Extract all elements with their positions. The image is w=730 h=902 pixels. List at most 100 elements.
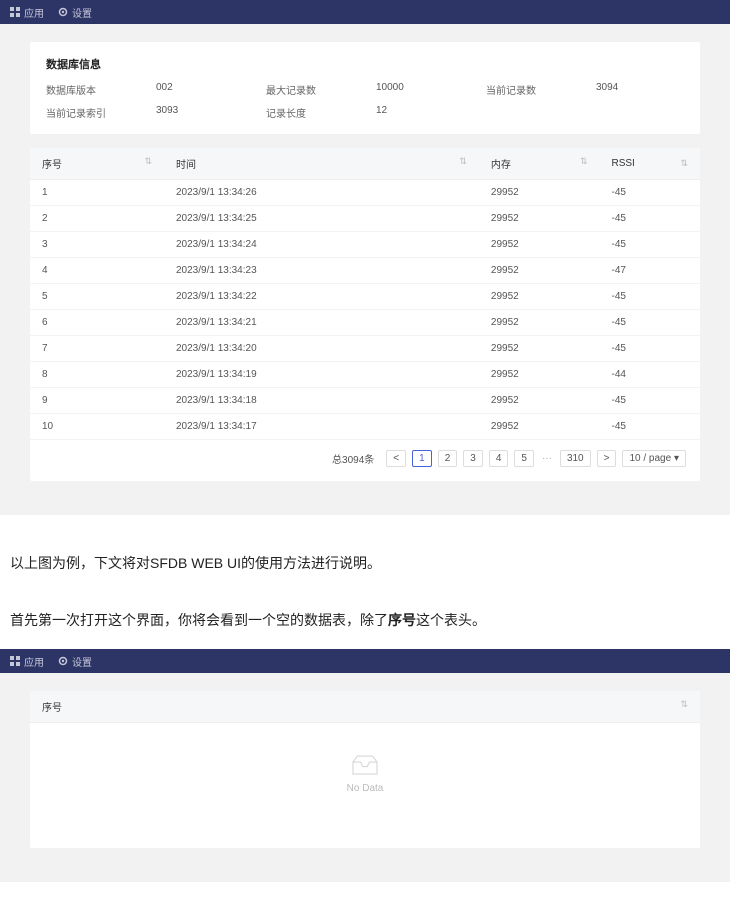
page-prev[interactable]: < bbox=[386, 450, 406, 467]
chevron-down-icon: ▾ bbox=[674, 453, 679, 464]
table-cell: -44 bbox=[599, 362, 700, 388]
info-value: 3093 bbox=[156, 105, 266, 120]
table-cell: 7 bbox=[30, 336, 164, 362]
navbar: 应用 设置 bbox=[0, 0, 730, 24]
info-label bbox=[486, 105, 596, 120]
table-cell: 2023/9/1 13:34:22 bbox=[164, 284, 479, 310]
info-value: 12 bbox=[376, 105, 486, 120]
table-cell: 29952 bbox=[479, 310, 600, 336]
table-cell: 29952 bbox=[479, 206, 600, 232]
info-value: 3094 bbox=[596, 82, 684, 97]
table-row: 32023/9/1 13:34:2429952-45 bbox=[30, 232, 700, 258]
table-cell: 4 bbox=[30, 258, 164, 284]
th-index[interactable]: 序号⇅ bbox=[30, 691, 700, 723]
page-total: 总3094条 bbox=[332, 451, 374, 466]
empty-table-card: 序号⇅ No Data bbox=[30, 691, 700, 848]
page-number[interactable]: 1 bbox=[412, 450, 432, 467]
table-cell: 2023/9/1 13:34:17 bbox=[164, 414, 479, 440]
table-cell: 29952 bbox=[479, 232, 600, 258]
th-mem[interactable]: 内存⇅ bbox=[479, 148, 600, 180]
table-cell: 2023/9/1 13:34:25 bbox=[164, 206, 479, 232]
table-cell: 29952 bbox=[479, 336, 600, 362]
table-cell: 2023/9/1 13:34:24 bbox=[164, 232, 479, 258]
info-title: 数据库信息 bbox=[46, 56, 684, 72]
page-number[interactable]: 3 bbox=[463, 450, 483, 467]
table-cell: -45 bbox=[599, 336, 700, 362]
nav-label: 应用 bbox=[24, 654, 44, 669]
nav-item-app[interactable]: 应用 bbox=[10, 5, 44, 20]
table-row: 72023/9/1 13:34:2029952-45 bbox=[30, 336, 700, 362]
table-cell: 6 bbox=[30, 310, 164, 336]
empty-text: No Data bbox=[30, 783, 700, 794]
table-cell: 2023/9/1 13:34:19 bbox=[164, 362, 479, 388]
table-row: 52023/9/1 13:34:2229952-45 bbox=[30, 284, 700, 310]
navbar: 应用 设置 bbox=[0, 649, 730, 673]
nav-label: 设置 bbox=[72, 5, 92, 20]
gear-icon bbox=[58, 656, 68, 666]
database-info-card: 数据库信息 数据库版本 002 最大记录数 10000 当前记录数 3094 当… bbox=[30, 42, 700, 134]
table-cell: 2023/9/1 13:34:21 bbox=[164, 310, 479, 336]
nav-item-app[interactable]: 应用 bbox=[10, 654, 44, 669]
table-cell: -45 bbox=[599, 232, 700, 258]
table-row: 102023/9/1 13:34:1729952-45 bbox=[30, 414, 700, 440]
table-row: 12023/9/1 13:34:2629952-45 bbox=[30, 180, 700, 206]
gear-icon bbox=[58, 7, 68, 17]
info-value: 10000 bbox=[376, 82, 486, 97]
sort-icon: ⇅ bbox=[144, 156, 152, 167]
table-cell: 29952 bbox=[479, 362, 600, 388]
table-cell: 2 bbox=[30, 206, 164, 232]
table-cell: -45 bbox=[599, 310, 700, 336]
data-table: 序号⇅ 时间⇅ 内存⇅ RSSI⇅ 12023/9/1 13:34:262995… bbox=[30, 148, 700, 440]
pagination: 总3094条 < 1 2 3 4 5 ··· 310 > 10 / page ▾ bbox=[30, 440, 700, 467]
table-cell: -45 bbox=[599, 180, 700, 206]
app-screenshot-1: 应用 设置 数据库信息 数据库版本 002 最大记录数 10000 当前记录数 … bbox=[0, 0, 730, 515]
page-next[interactable]: > bbox=[597, 450, 617, 467]
th-time[interactable]: 时间⇅ bbox=[164, 148, 479, 180]
info-label: 当前记录索引 bbox=[46, 105, 156, 120]
page-ellipsis: ··· bbox=[540, 453, 554, 464]
table-cell: 10 bbox=[30, 414, 164, 440]
table-row: 92023/9/1 13:34:1829952-45 bbox=[30, 388, 700, 414]
info-label: 最大记录数 bbox=[266, 82, 376, 97]
nav-label: 设置 bbox=[72, 654, 92, 669]
table-cell: -45 bbox=[599, 206, 700, 232]
table-cell: 29952 bbox=[479, 258, 600, 284]
table-row: 82023/9/1 13:34:1929952-44 bbox=[30, 362, 700, 388]
info-label: 数据库版本 bbox=[46, 82, 156, 97]
data-table-card: 序号⇅ 时间⇅ 内存⇅ RSSI⇅ 12023/9/1 13:34:262995… bbox=[30, 148, 700, 481]
table-cell: 29952 bbox=[479, 388, 600, 414]
info-label: 记录长度 bbox=[266, 105, 376, 120]
info-grid: 数据库版本 002 最大记录数 10000 当前记录数 3094 当前记录索引 … bbox=[46, 82, 684, 120]
th-index[interactable]: 序号⇅ bbox=[30, 148, 164, 180]
page-number[interactable]: 4 bbox=[489, 450, 509, 467]
th-rssi[interactable]: RSSI⇅ bbox=[599, 148, 700, 180]
page-size-select[interactable]: 10 / page ▾ bbox=[622, 450, 686, 467]
doc-paragraph: 以上图为例，下文将对SFDB WEB UI的使用方法进行说明。 bbox=[0, 535, 730, 592]
sort-icon: ⇅ bbox=[680, 158, 688, 169]
table-cell: 9 bbox=[30, 388, 164, 414]
info-value bbox=[596, 105, 684, 120]
table-cell: -45 bbox=[599, 284, 700, 310]
table-cell: 5 bbox=[30, 284, 164, 310]
table-cell: 3 bbox=[30, 232, 164, 258]
table-cell: 2023/9/1 13:34:20 bbox=[164, 336, 479, 362]
table-row: 42023/9/1 13:34:2329952-47 bbox=[30, 258, 700, 284]
app-screenshot-2: 应用 设置 序号⇅ No Data bbox=[0, 649, 730, 882]
sort-icon: ⇅ bbox=[580, 156, 588, 167]
page-number[interactable]: 310 bbox=[560, 450, 591, 467]
page-number[interactable]: 2 bbox=[438, 450, 458, 467]
nav-item-settings[interactable]: 设置 bbox=[58, 5, 92, 20]
page-number[interactable]: 5 bbox=[514, 450, 534, 467]
table-cell: -47 bbox=[599, 258, 700, 284]
table-cell: -45 bbox=[599, 414, 700, 440]
empty-state: No Data bbox=[30, 723, 700, 834]
info-value: 002 bbox=[156, 82, 266, 97]
nav-item-settings[interactable]: 设置 bbox=[58, 654, 92, 669]
sort-icon: ⇅ bbox=[459, 156, 467, 167]
doc-paragraph: 首先第一次打开这个界面，你将会看到一个空的数据表，除了序号这个表头。 bbox=[0, 592, 730, 649]
table-cell: 2023/9/1 13:34:18 bbox=[164, 388, 479, 414]
table-cell: 29952 bbox=[479, 414, 600, 440]
table-cell: 29952 bbox=[479, 180, 600, 206]
info-label: 当前记录数 bbox=[486, 82, 596, 97]
grid-icon bbox=[10, 7, 20, 17]
